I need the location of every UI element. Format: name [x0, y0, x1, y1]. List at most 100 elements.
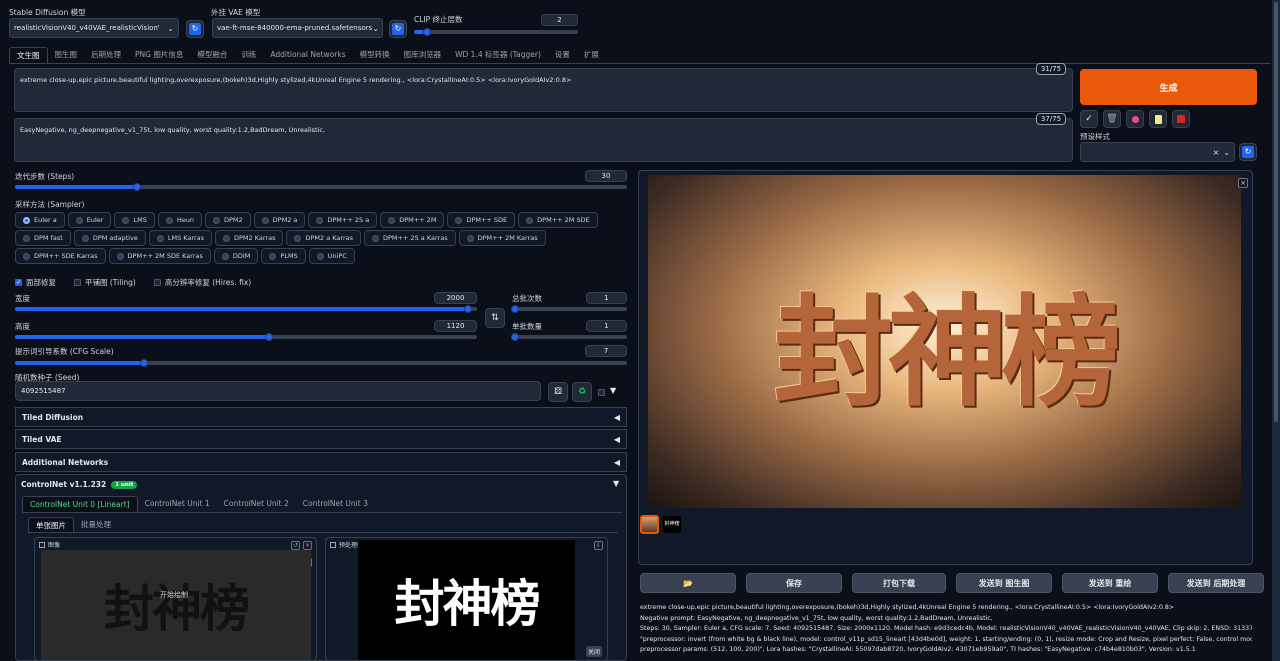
save-style-icon[interactable]	[1172, 110, 1190, 128]
cfg-value[interactable]: 7	[585, 345, 627, 357]
width-slider[interactable]	[15, 307, 477, 311]
tab-4[interactable]: 模型融合	[190, 47, 234, 63]
sampler-option[interactable]: Heun	[157, 212, 202, 228]
negative-prompt-input[interactable]: EasyNegative, ng_deepnegative_v1_75t, lo…	[14, 118, 1073, 162]
expand-seed-icon[interactable]: ▼	[610, 386, 616, 395]
width-value[interactable]: 2000	[434, 292, 477, 304]
sampler-option[interactable]: DPM++ 2M	[380, 212, 445, 228]
cfg-slider[interactable]	[15, 361, 627, 365]
sampler-option[interactable]: DPM adaptive	[73, 230, 146, 246]
sampler-option[interactable]: LMS	[114, 212, 155, 228]
dice-icon[interactable]: ⚄	[548, 382, 568, 402]
tiling-checkbox[interactable]: 平铺图 (Tiling)	[74, 277, 136, 288]
sampler-option[interactable]: LMS Karras	[148, 230, 212, 246]
prompt-input[interactable]: extreme close-up,epic picture,beautiful …	[14, 68, 1073, 112]
output-button-4[interactable]: 发送到 重绘	[1062, 573, 1158, 593]
swap-dimensions-icon[interactable]: ⇅	[485, 308, 505, 328]
thumbnail-controlnet[interactable]: 封神榜	[663, 516, 681, 533]
sampler-option[interactable]: Euler a	[15, 212, 65, 228]
recycle-icon[interactable]: ♻	[572, 382, 592, 402]
controlnet-subtab-0[interactable]: 单张图片	[28, 517, 74, 533]
controlnet-unit-tab-3[interactable]: ControlNet Unit 3	[296, 496, 375, 512]
sampler-option[interactable]: DPM2 Karras	[215, 230, 284, 246]
sampler-option[interactable]: DPM++ 2S a	[308, 212, 378, 228]
sampler-option[interactable]: PLMS	[261, 248, 306, 264]
additional-networks-accordion[interactable]: Additional Networks ◀	[15, 452, 627, 472]
controlnet-unit-tab-1[interactable]: ControlNet Unit 1	[138, 496, 217, 512]
clip-value[interactable]: 2	[541, 14, 578, 26]
sampler-option[interactable]: DDIM	[213, 248, 259, 264]
sampler-option[interactable]: DPM++ 2M SDE	[518, 212, 598, 228]
sampler-option[interactable]: DPM++ SDE Karras	[15, 248, 106, 264]
height-slider-knob[interactable]	[265, 333, 273, 341]
sampler-option[interactable]: DPM++ SDE	[447, 212, 516, 228]
sampler-option[interactable]: UniPC	[308, 248, 355, 264]
width-slider-knob[interactable]	[464, 305, 472, 313]
sampler-option[interactable]: DPM2	[204, 212, 251, 228]
tab-6[interactable]: Additional Networks	[263, 47, 352, 63]
output-button-5[interactable]: 发送到 后期处理	[1168, 573, 1264, 593]
controlnet-image-panel[interactable]: 图像 ↺ × ✎ 封神榜 开始绘制	[34, 537, 317, 661]
close-icon[interactable]: ×	[303, 541, 312, 550]
collapse-down-icon[interactable]: ▼	[613, 479, 619, 488]
style-select[interactable]: × ⌄	[1080, 142, 1235, 162]
height-value[interactable]: 1120	[434, 320, 477, 332]
check-icon[interactable]: ✓	[1080, 110, 1098, 128]
batch-size-slider[interactable]	[512, 335, 627, 339]
steps-slider-knob[interactable]	[133, 183, 141, 191]
generated-image[interactable]: 封神榜	[648, 175, 1241, 508]
vae-select[interactable]: vae-ft-mse-840000-ema-pruned.safetensors…	[212, 18, 383, 38]
extra-seed-checkbox[interactable]	[598, 389, 605, 396]
close-icon[interactable]: ×	[1238, 178, 1248, 188]
tab-0[interactable]: 文生图	[9, 47, 48, 63]
tab-5[interactable]: 训练	[234, 47, 263, 63]
tab-2[interactable]: 后期处理	[84, 47, 128, 63]
clipboard-icon[interactable]	[1149, 110, 1167, 128]
close-preview-button[interactable]: 关闭	[585, 646, 602, 657]
download-icon[interactable]: ⇩	[594, 541, 603, 550]
palette-icon[interactable]	[1126, 110, 1144, 128]
batch-count-value[interactable]: 1	[586, 292, 627, 304]
refresh-style-button[interactable]: ↻	[1239, 143, 1257, 161]
clear-style-icon[interactable]: ×	[1213, 148, 1220, 157]
refresh-model-button[interactable]: ↻	[186, 20, 204, 38]
batch-size-knob[interactable]	[511, 333, 519, 341]
sampler-option[interactable]: DPM++ 2M Karras	[458, 230, 546, 246]
face-restore-checkbox[interactable]: ✓ 面部修复	[15, 277, 56, 288]
thumbnail-selected[interactable]	[640, 515, 659, 534]
page-scrollbar[interactable]	[1272, 0, 1280, 661]
sampler-option[interactable]: DPM2 a	[253, 212, 306, 228]
controlnet-unit-tab-2[interactable]: ControlNet Unit 2	[217, 496, 296, 512]
sampler-option[interactable]: DPM2 a Karras	[286, 230, 361, 246]
tab-11[interactable]: 扩展	[577, 47, 606, 63]
controlnet-unit-tab-0[interactable]: ControlNet Unit 0 [Lineart]	[22, 496, 138, 512]
tab-8[interactable]: 图库浏览器	[397, 47, 449, 63]
refresh-vae-button[interactable]: ↻	[389, 20, 407, 38]
tab-10[interactable]: 设置	[548, 47, 577, 63]
tab-7[interactable]: 模型转换	[353, 47, 397, 63]
hires-checkbox[interactable]: 高分辨率修复 (Hires. fix)	[153, 277, 251, 288]
clip-slider[interactable]	[414, 30, 578, 34]
height-slider[interactable]	[15, 335, 477, 339]
tab-1[interactable]: 图生图	[48, 47, 85, 63]
cfg-slider-knob[interactable]	[140, 359, 148, 367]
undo-icon[interactable]: ↺	[291, 541, 300, 550]
batch-size-value[interactable]: 1	[586, 320, 627, 332]
sd-model-select[interactable]: realisticVisionV40_v40VAE_realisticVisio…	[9, 18, 179, 38]
seed-input[interactable]: 4092515487	[15, 381, 541, 401]
clip-slider-knob[interactable]	[423, 28, 431, 36]
batch-count-knob[interactable]	[511, 305, 519, 313]
controlnet-subtab-1[interactable]: 批量处理	[74, 517, 118, 533]
tab-3[interactable]: PNG 图片信息	[128, 47, 190, 63]
output-button-1[interactable]: 保存	[746, 573, 842, 593]
sampler-option[interactable]: Euler	[67, 212, 112, 228]
open-folder-button[interactable]: 📂	[640, 573, 736, 593]
steps-slider[interactable]	[15, 185, 627, 189]
tab-9[interactable]: WD 1.4 标签器 (Tagger)	[448, 47, 548, 63]
tiled-diffusion-accordion[interactable]: Tiled Diffusion ◀	[15, 407, 627, 427]
output-button-2[interactable]: 打包下载	[852, 573, 946, 593]
trash-icon[interactable]: 🗑	[1103, 110, 1121, 128]
controlnet-header[interactable]: ControlNet v1.1.232 1 unit	[21, 480, 138, 489]
tiled-vae-accordion[interactable]: Tiled VAE ◀	[15, 429, 627, 449]
batch-count-slider[interactable]	[512, 307, 627, 311]
